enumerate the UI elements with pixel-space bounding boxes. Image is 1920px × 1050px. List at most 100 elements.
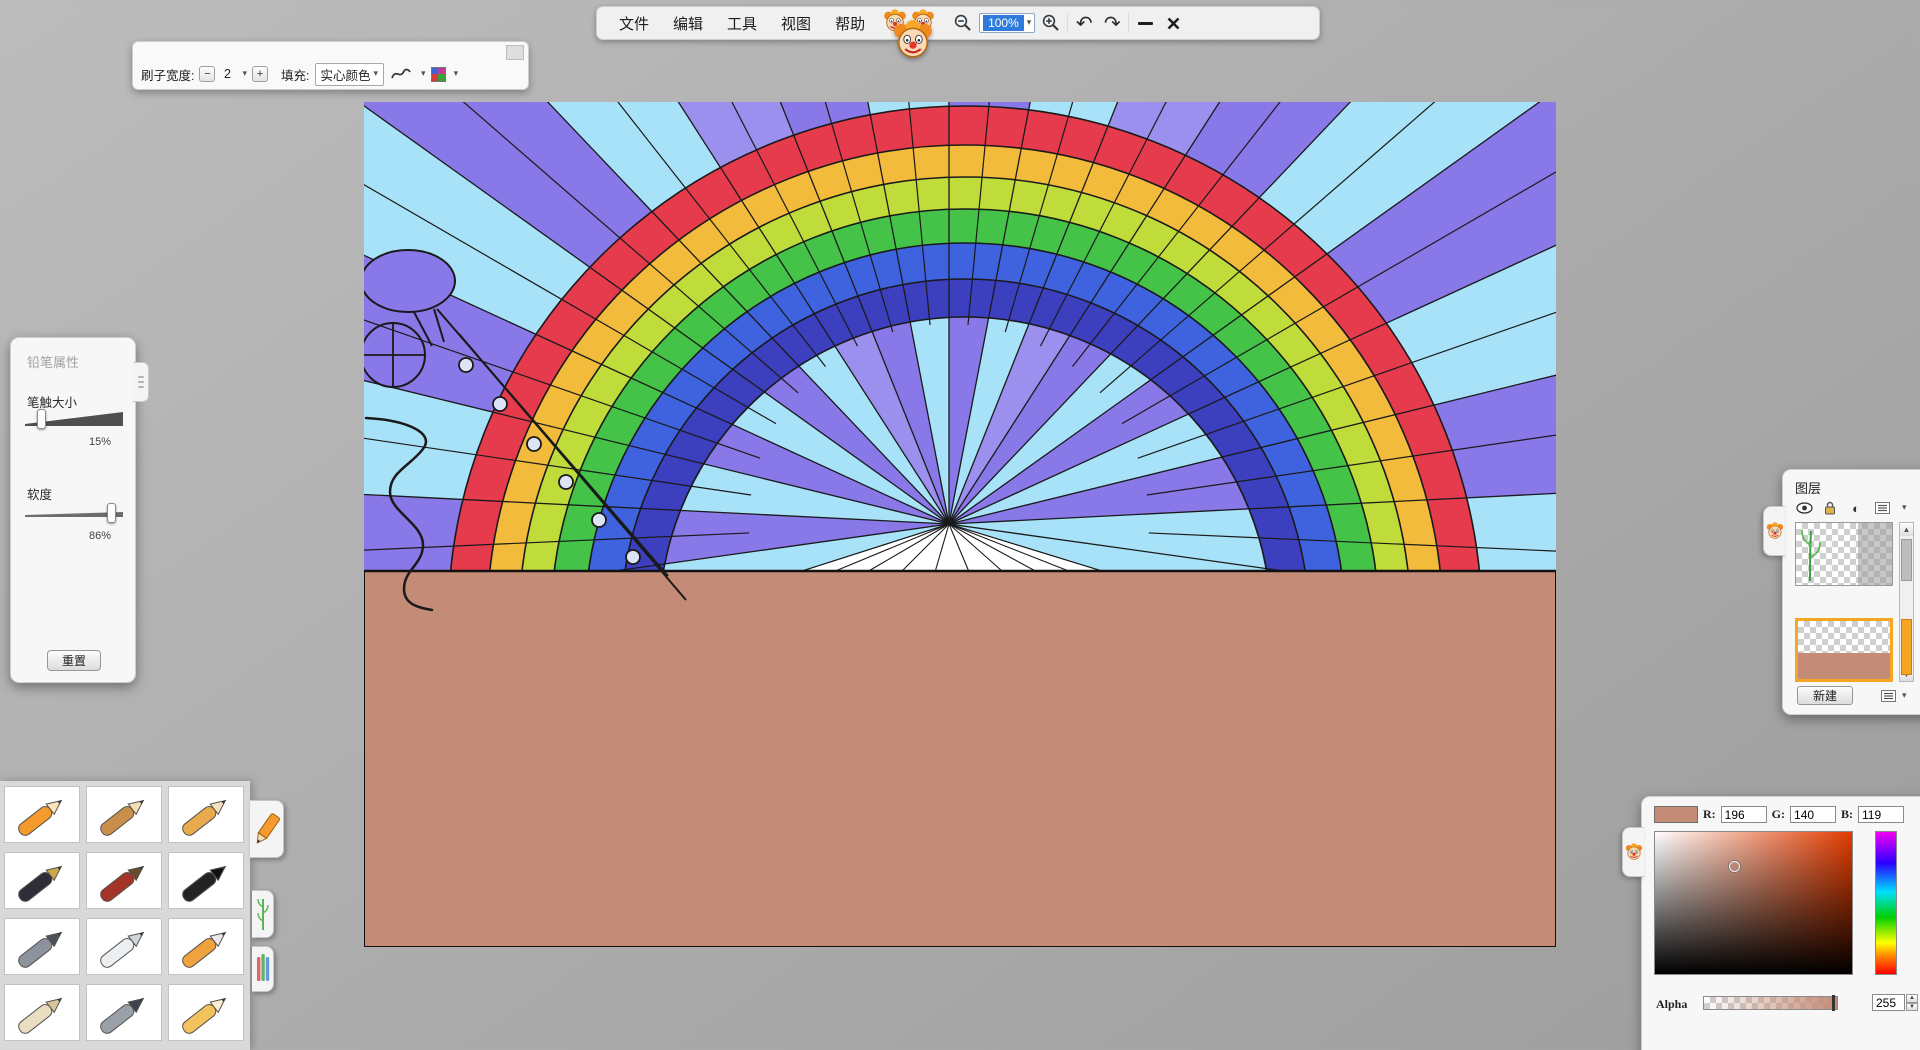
chevron-down-icon[interactable]: ▾	[242, 69, 247, 79]
brush-width-label: 刷子宽度:	[141, 65, 194, 84]
hue-bar[interactable]	[1875, 831, 1897, 975]
clown-face	[892, 18, 934, 62]
stroke-smoothing-button[interactable]	[389, 64, 413, 84]
brush-width-increase-button[interactable]: +	[252, 66, 268, 82]
color-pencils-icon	[256, 953, 270, 985]
alpha-increase-button[interactable]: ▲	[1906, 994, 1918, 1003]
zoom-in-button[interactable]	[1037, 10, 1065, 36]
layer-list-options-button[interactable]	[1879, 688, 1897, 704]
softness-slider[interactable]	[25, 504, 125, 524]
stroke-color-swatch[interactable]	[431, 67, 446, 82]
brush-size-slider-thumb[interactable]	[37, 409, 46, 429]
undo-button[interactable]: ↶	[1070, 10, 1098, 36]
brush-width-decrease-button[interactable]: −	[199, 66, 215, 82]
minimize-button[interactable]	[1131, 10, 1159, 36]
alpha-gradient	[1704, 997, 1837, 1009]
menu-file[interactable]: 文件	[607, 9, 661, 38]
crayon-orange-icon	[12, 793, 72, 837]
chevron-down-icon[interactable]: ▾	[1902, 691, 1907, 701]
new-layer-button[interactable]: 新建	[1797, 686, 1853, 705]
pencil-wood-icon	[94, 793, 154, 837]
alpha-stepper[interactable]: ▲ ▼	[1906, 994, 1918, 1011]
menu-view[interactable]: 视图	[769, 9, 823, 38]
zoom-level-field[interactable]: 100% ▾	[979, 13, 1035, 33]
tool-ink-brush[interactable]	[168, 852, 244, 909]
plant-sprig-icon	[256, 897, 270, 931]
fill-mode-select[interactable]: 实心颜色 ▾	[315, 63, 385, 86]
chevron-down-icon[interactable]: ▾	[1902, 503, 1907, 513]
tool-pencil-wood[interactable]	[86, 786, 162, 843]
sketch-bead	[626, 550, 640, 564]
layer-lock-button[interactable]	[1821, 500, 1839, 516]
layer-menu-button[interactable]	[1873, 500, 1891, 516]
tool-metal-nib-pen[interactable]	[86, 984, 162, 1041]
menu-help[interactable]: 帮助	[823, 9, 877, 38]
sketch-bead	[527, 437, 541, 451]
tool-brush-red[interactable]	[86, 852, 162, 909]
layer-item-2-selected[interactable]	[1795, 618, 1893, 682]
scrollbar-thumb[interactable]	[1901, 539, 1912, 581]
brush-red-icon	[94, 859, 154, 903]
color-picker-panel: R: G: B: Alpha ▲ ▼	[1641, 796, 1920, 1050]
chevron-down-icon[interactable]: ▾	[421, 69, 426, 79]
alpha-input[interactable]	[1872, 994, 1905, 1011]
reset-button[interactable]: 重置	[47, 650, 101, 671]
tool-wax-crayon[interactable]	[168, 984, 244, 1041]
chevron-down-icon[interactable]: ▾	[1027, 18, 1032, 28]
panel-grip-handle[interactable]	[133, 362, 149, 402]
softness-slider-thumb[interactable]	[107, 503, 116, 523]
pastel-stick-icon	[12, 991, 72, 1035]
layers-scrollbar[interactable]: ▲ ▼	[1899, 522, 1914, 682]
sketch-balloon	[364, 250, 455, 312]
layers-panel-handle[interactable]	[1763, 506, 1785, 556]
toolbar-collapse-tab[interactable]	[506, 45, 524, 60]
sketch-bead	[459, 358, 473, 372]
drawing-canvas[interactable]	[364, 102, 1556, 947]
alpha-slider[interactable]	[1703, 996, 1838, 1010]
toolbar-separator	[1128, 13, 1129, 33]
scroll-up-button[interactable]: ▲	[1900, 523, 1913, 536]
green-input[interactable]	[1790, 806, 1836, 823]
tool-piping-bag[interactable]	[86, 918, 162, 975]
saturation-value-square[interactable]	[1654, 831, 1853, 975]
layer-item-1[interactable]	[1795, 522, 1893, 586]
fill-mode-value: 实心颜色	[321, 65, 371, 84]
alpha-label: Alpha	[1656, 997, 1687, 1012]
chevron-down-icon[interactable]: ▾	[454, 69, 459, 79]
menu-tools[interactable]: 工具	[715, 9, 769, 38]
current-color-swatch	[1654, 806, 1698, 823]
tool-crayon-orange[interactable]	[4, 786, 80, 843]
ground	[364, 571, 1556, 947]
drawing-canvas-svg[interactable]	[364, 102, 1556, 947]
color-picker-marker[interactable]	[1729, 861, 1740, 872]
palette-tab-pencils[interactable]	[250, 800, 284, 858]
clown-mascot-icon[interactable]	[892, 18, 934, 62]
redo-button[interactable]: ↷	[1098, 10, 1126, 36]
layer-visibility-button[interactable]	[1795, 500, 1813, 516]
metal-nib-pen-icon	[94, 991, 154, 1035]
alpha-decrease-button[interactable]: ▼	[1906, 1003, 1918, 1012]
layer-blend-button[interactable]: ◐	[1847, 500, 1865, 516]
menu-edit[interactable]: 编辑	[661, 9, 715, 38]
tool-airbrush[interactable]	[4, 918, 80, 975]
chevron-down-icon: ▾	[374, 69, 379, 79]
palette-tab-color-pencils[interactable]	[252, 946, 274, 992]
layers-panel-title: 图层	[1795, 478, 1821, 497]
palette-tab-stamps[interactable]	[252, 890, 274, 938]
tool-paint-roller[interactable]	[168, 918, 244, 975]
red-input[interactable]	[1721, 806, 1767, 823]
brush-size-slider[interactable]	[25, 410, 125, 430]
tool-fountain-pen[interactable]	[4, 852, 80, 909]
close-button[interactable]	[1159, 10, 1187, 36]
ink-brush-icon	[176, 859, 236, 903]
curve-icon	[391, 67, 411, 81]
alpha-slider-handle[interactable]	[1832, 995, 1835, 1011]
zoom-out-button[interactable]	[949, 10, 977, 36]
tool-pastel-stick[interactable]	[4, 984, 80, 1041]
color-panel-handle[interactable]	[1622, 827, 1644, 877]
fill-label: 填充:	[281, 65, 309, 84]
sketch-bead	[493, 397, 507, 411]
sketch-bead	[592, 513, 606, 527]
blue-input[interactable]	[1858, 806, 1904, 823]
tool-crayon-big[interactable]	[168, 786, 244, 843]
